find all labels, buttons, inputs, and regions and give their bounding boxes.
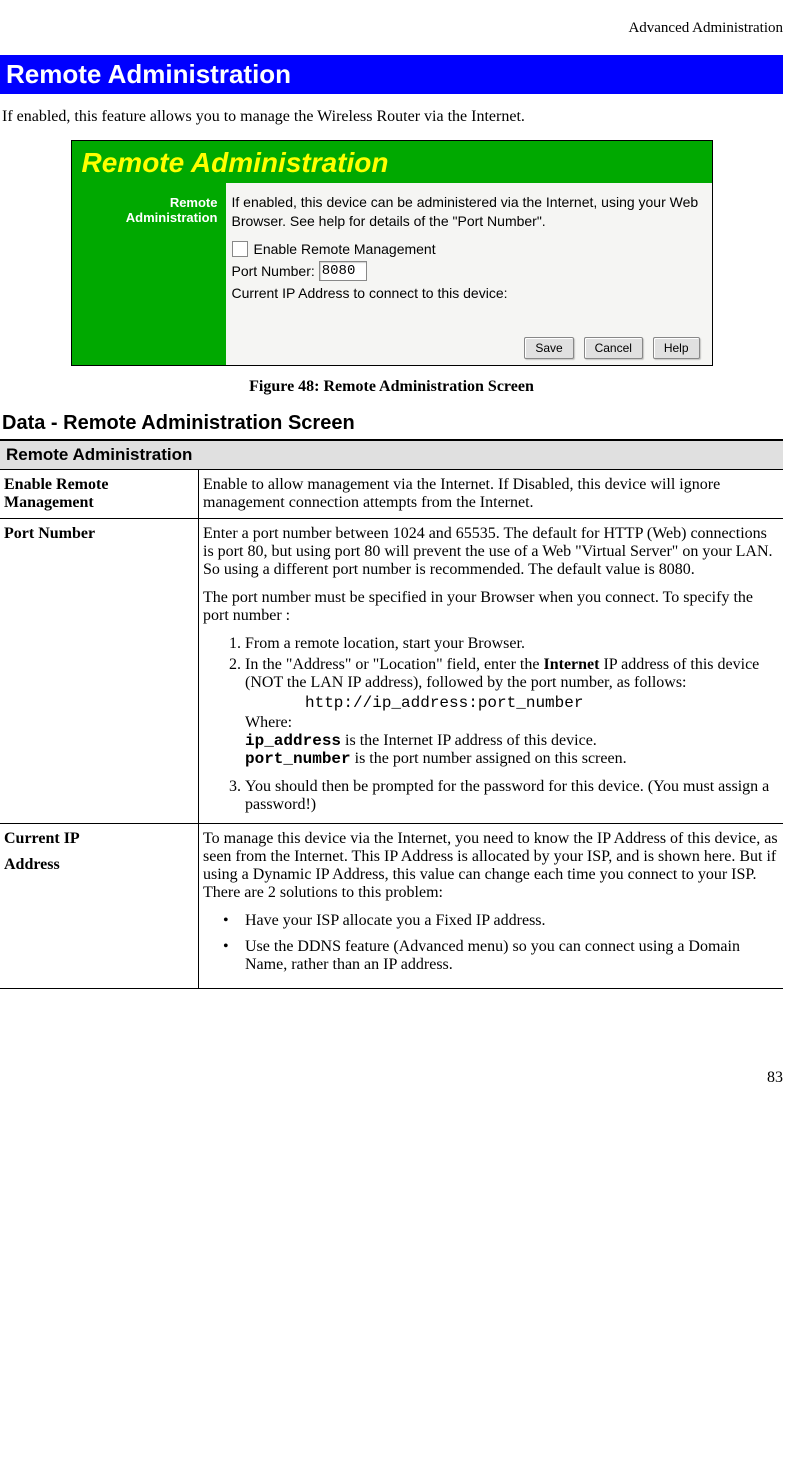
page-header: Advanced Administration bbox=[0, 20, 783, 37]
screenshot-description: If enabled, this device can be administe… bbox=[232, 193, 702, 231]
figure-caption: Figure 48: Remote Administration Screen bbox=[0, 378, 783, 396]
ip-address-code: ip_address bbox=[245, 732, 341, 750]
data-heading: Data - Remote Administration Screen bbox=[0, 412, 783, 435]
page-number: 83 bbox=[0, 1069, 783, 1087]
port-number-code: port_number bbox=[245, 750, 351, 768]
row-enable-label: Enable Remote Management bbox=[0, 469, 199, 518]
screenshot-sidebar-label: RemoteAdministration bbox=[72, 183, 226, 365]
row-currentip-desc: To manage this device via the Internet, … bbox=[199, 823, 784, 988]
where-label: Where: bbox=[245, 714, 779, 732]
screenshot: Remote Administration RemoteAdministrati… bbox=[71, 140, 713, 366]
main-heading: Remote Administration bbox=[0, 55, 783, 94]
row-currentip-label: Current IP Address bbox=[0, 823, 199, 988]
current-ip-label: Current IP Address to connect to this de… bbox=[232, 285, 508, 301]
port-step-3: You should then be prompted for the pass… bbox=[245, 778, 779, 814]
port-para-2: The port number must be specified in you… bbox=[203, 589, 779, 625]
port-step-2: In the "Address" or "Location" field, en… bbox=[245, 656, 779, 768]
intro-text: If enabled, this feature allows you to m… bbox=[0, 108, 783, 126]
data-table: Remote Administration Enable Remote Mana… bbox=[0, 439, 783, 989]
port-step-1: From a remote location, start your Brows… bbox=[245, 635, 779, 653]
table-row: Port Number Enter a port number between … bbox=[0, 518, 783, 823]
screenshot-title: Remote Administration bbox=[72, 141, 712, 183]
table-section-header: Remote Administration bbox=[0, 440, 783, 470]
row-port-label: Port Number bbox=[0, 518, 199, 823]
cancel-button[interactable]: Cancel bbox=[584, 337, 643, 359]
row-enable-desc: Enable to allow management via the Inter… bbox=[199, 469, 784, 518]
enable-remote-label: Enable Remote Management bbox=[254, 241, 436, 257]
currentip-bullet-2: Use the DDNS feature (Advanced menu) so … bbox=[223, 938, 779, 974]
help-button[interactable]: Help bbox=[653, 337, 700, 359]
url-format-code: http://ip_address:port_number bbox=[305, 694, 779, 712]
port-number-label: Port Number: bbox=[232, 263, 315, 279]
enable-remote-checkbox[interactable] bbox=[232, 241, 248, 257]
table-row: Current IP Address To manage this device… bbox=[0, 823, 783, 988]
save-button[interactable]: Save bbox=[524, 337, 573, 359]
port-para-1: Enter a port number between 1024 and 655… bbox=[203, 525, 779, 579]
table-row: Enable Remote Management Enable to allow… bbox=[0, 469, 783, 518]
port-number-input[interactable] bbox=[319, 261, 367, 281]
currentip-para: To manage this device via the Internet, … bbox=[203, 830, 779, 902]
screenshot-content: If enabled, this device can be administe… bbox=[226, 183, 712, 365]
row-port-desc: Enter a port number between 1024 and 655… bbox=[199, 518, 784, 823]
currentip-bullet-1: Have your ISP allocate you a Fixed IP ad… bbox=[223, 912, 779, 930]
